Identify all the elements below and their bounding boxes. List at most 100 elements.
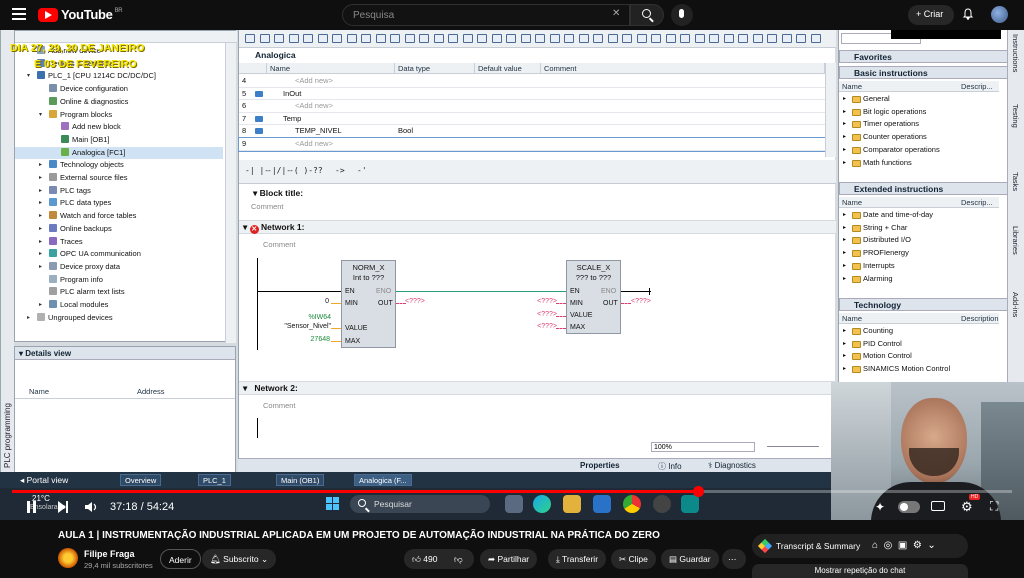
toolbar-button-icon[interactable]	[738, 34, 748, 43]
toolbar-button-icon[interactable]	[303, 34, 313, 43]
channel-avatar[interactable]	[58, 548, 78, 568]
tree-item[interactable]: Add new block	[15, 121, 223, 134]
expand-toggle-icon[interactable]: ▸	[39, 261, 42, 274]
expand-toggle-icon[interactable]: ▸	[39, 210, 42, 223]
toolbar-button-icon[interactable]	[535, 34, 545, 43]
tree-item[interactable]: ▾ PLC_1 [CPU 1214C DC/DC/DC]	[15, 70, 223, 83]
norm-x-block[interactable]: NORM_X Int to ??? EN ENO MIN OUT VALUE M…	[341, 260, 396, 348]
basic-col-desc[interactable]: Descrip...	[961, 81, 993, 92]
expand-toggle-icon[interactable]: ▸	[27, 312, 30, 325]
instruction-folder[interactable]: ▸ Counter operations	[839, 131, 999, 144]
tree-item[interactable]: ▸ PLC tags	[15, 185, 223, 198]
toolbar-button-icon[interactable]	[520, 34, 531, 43]
expand-toggle-icon[interactable]: ▸	[843, 118, 846, 131]
scale-x-types[interactable]: ??? to ???	[567, 273, 620, 282]
norm-x-types[interactable]: Int to ???	[342, 273, 395, 282]
grid-col-comment[interactable]: Comment	[541, 63, 825, 74]
create-button[interactable]: + Criar	[908, 5, 954, 25]
toolbar-button-icon[interactable]	[564, 34, 574, 43]
toolbar-button-icon[interactable]	[680, 34, 690, 43]
tree-item[interactable]: ▸ Ungrouped devices	[15, 312, 223, 325]
expand-toggle-icon[interactable]: ▸	[843, 247, 846, 260]
details-col-address[interactable]: Address	[137, 387, 165, 396]
interface-name[interactable]: <Add new>	[295, 138, 333, 151]
interface-row[interactable]: 4 <Add new>	[239, 75, 825, 88]
toolbar-button-icon[interactable]	[549, 34, 560, 43]
interface-datatype[interactable]: Bool	[398, 125, 413, 138]
toolbar-button-icon[interactable]	[448, 34, 458, 43]
expand-toggle-icon[interactable]: ▸	[843, 338, 846, 351]
video-player[interactable]: PLC programming Add new device Devices & …	[0, 30, 1024, 520]
tree-item[interactable]: Online & diagnostics	[15, 96, 223, 109]
expand-toggle-icon[interactable]: ▸	[843, 157, 846, 170]
dislike-button[interactable]: 👎︎	[448, 549, 474, 569]
instruction-folder[interactable]: ▸ Comparator operations	[839, 144, 999, 157]
expand-toggle-icon[interactable]: ▸	[843, 325, 846, 338]
youtube-logo[interactable]: YouTube BR	[38, 7, 123, 22]
instruction-folder[interactable]: ▸ Distributed I/O	[839, 234, 999, 247]
toolbar-button-icon[interactable]	[665, 34, 676, 43]
save-button[interactable]: ▤ Guardar	[661, 549, 719, 569]
task-card-tab[interactable]: Testing	[1011, 104, 1020, 128]
open-branch-button[interactable]: ->	[335, 166, 345, 175]
subscribed-button[interactable]: 🔔︎ Subscrito ⌄	[202, 549, 277, 569]
expand-toggle-icon[interactable]: ▸	[843, 260, 846, 273]
tree-item[interactable]: ▸ OPC UA communication	[15, 248, 223, 261]
expand-toggle-icon[interactable]: ▸	[843, 106, 846, 119]
expand-toggle-icon[interactable]: ▸	[39, 248, 42, 261]
basic-col-name[interactable]: Name	[842, 81, 862, 92]
interface-name[interactable]: <Add new>	[295, 100, 333, 113]
network2-comment[interactable]: Comment	[263, 401, 296, 410]
instruction-folder[interactable]: ▸ PROFIenergy	[839, 247, 999, 260]
tree-item[interactable]: ▸ PLC data types	[15, 197, 223, 210]
main-ob1-tab[interactable]: Main (OB1)	[276, 474, 325, 486]
network1-comment[interactable]: Comment	[263, 240, 296, 249]
toolbar-button-icon[interactable]	[506, 34, 516, 43]
expand-toggle-icon[interactable]: ▸	[843, 234, 846, 247]
instruction-folder[interactable]: ▸ Alarming	[839, 273, 999, 286]
toolbar-button-icon[interactable]	[346, 34, 357, 43]
tree-item[interactable]: Analogica [FC1]	[15, 146, 223, 160]
settings-icon[interactable]: ⚙	[961, 499, 973, 515]
share-button[interactable]: ➦ Partilhar	[480, 549, 538, 569]
toolbar-button-icon[interactable]	[245, 34, 255, 43]
grid-col-name[interactable]: Name	[267, 63, 395, 74]
clip-button[interactable]: ✂ Clipe	[611, 549, 656, 569]
toolbar-button-icon[interactable]	[332, 34, 342, 43]
favorites-header[interactable]: Favorites	[839, 50, 1008, 63]
diagnostics-tab[interactable]: ⚕ Diagnostics	[708, 461, 756, 470]
transcript-tool-icons[interactable]: ⌂ ◎ ▣ ⚙ ⌄	[872, 534, 936, 558]
expand-toggle-icon[interactable]: ▾	[39, 109, 42, 122]
expand-toggle-icon[interactable]: ▸	[843, 131, 846, 144]
instruction-folder[interactable]: ▸ Counting	[839, 325, 999, 338]
norm-value-tag[interactable]: "Sensor_Nivel"	[269, 323, 331, 330]
interface-name[interactable]: <Add new>	[295, 75, 333, 88]
toolbar-button-icon[interactable]	[404, 34, 415, 43]
download-button[interactable]: ⤓ Transferir	[548, 549, 607, 569]
extended-col-desc[interactable]: Descrip...	[961, 197, 993, 208]
close-branch-button[interactable]: -'	[357, 166, 367, 175]
join-button[interactable]: Aderir	[160, 549, 201, 569]
block-comment[interactable]: Comment	[251, 202, 284, 211]
search-input[interactable]: Pesquisa	[342, 4, 630, 26]
next-icon[interactable]	[58, 501, 66, 513]
extended-col-name[interactable]: Name	[842, 197, 862, 208]
expand-toggle-icon[interactable]: ▸	[843, 209, 846, 222]
expand-toggle-icon[interactable]: ▸	[843, 222, 846, 235]
toolbar-button-icon[interactable]	[810, 34, 821, 43]
plc-programming-vtab[interactable]: PLC programming	[0, 30, 14, 472]
zoom-slider[interactable]	[767, 446, 819, 447]
instruction-folder[interactable]: ▸ Interrupts	[839, 260, 999, 273]
toolbar-button-icon[interactable]	[491, 34, 502, 43]
toolbar-button-icon[interactable]	[767, 34, 777, 43]
expand-toggle-icon[interactable]: ▸	[39, 159, 42, 172]
toolbar-button-icon[interactable]	[607, 34, 618, 43]
toolbar-button-icon[interactable]	[636, 34, 647, 43]
instruction-folder[interactable]: ▸ Date and time-of-day	[839, 209, 999, 222]
toolbar-button-icon[interactable]	[796, 34, 806, 43]
autoplay-toggle[interactable]	[898, 501, 920, 513]
user-avatar[interactable]	[991, 6, 1008, 23]
tree-item[interactable]: ▸ External source files	[15, 172, 223, 185]
task-card-tab[interactable]: Tasks	[1011, 172, 1020, 191]
tree-scrollbar[interactable]	[225, 43, 236, 343]
